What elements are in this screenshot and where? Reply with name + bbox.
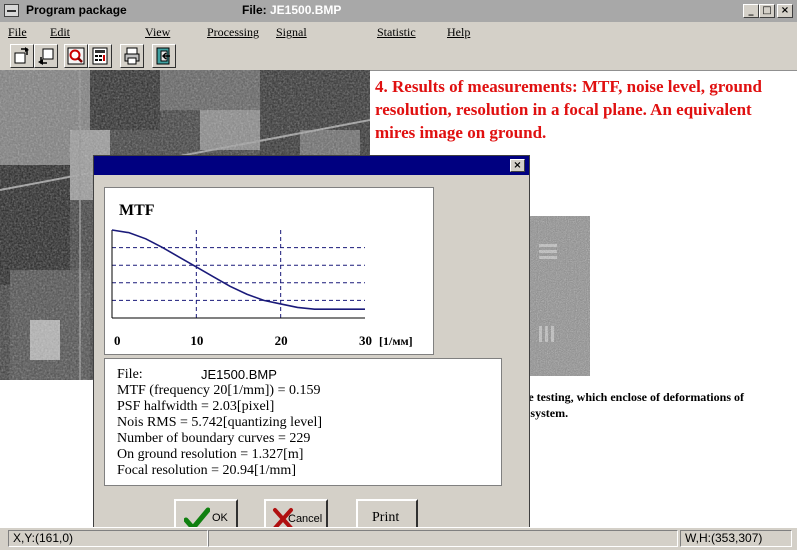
menu-help[interactable]: Help — [447, 25, 470, 40]
open-file-icon — [14, 47, 29, 64]
menu-signal[interactable]: Signal — [276, 25, 307, 40]
save-file-icon — [38, 48, 54, 65]
menu-edit[interactable]: Edit — [50, 25, 70, 40]
info-noise: Nois RMS = 5.742[quantizing level] — [117, 415, 323, 430]
x-tick-10: 10 — [190, 333, 203, 348]
info-psf: PSF halfwidth = 2.03[pixel] — [117, 399, 275, 414]
x-tick-20: 20 — [275, 333, 288, 348]
maximize-button[interactable]: □ — [759, 4, 775, 18]
calculator-icon — [92, 47, 108, 65]
info-ground-resolution: On ground resolution = 1.327[m] — [117, 447, 304, 462]
status-bar: X,Y:(161,0) W,H:(353,307) — [0, 527, 797, 550]
mtf-dialog: × MTF 0 10 20 30 [1/мм] File: JE1500.BMP MTF… — [93, 155, 530, 549]
info-mtf: MTF (frequency 20[1/mm]) = 0.159 — [117, 383, 321, 398]
mtf-chart: MTF 0 10 20 30 [1/мм] — [104, 187, 434, 355]
save-file-button[interactable] — [34, 44, 58, 68]
mtf-plot: 0 10 20 30 [1/мм] — [111, 229, 413, 348]
x-tick-30: 30 — [359, 333, 372, 348]
info-focal-resolution: Focal resolution = 20.94[1/mm] — [117, 463, 296, 478]
ok-label: OK — [212, 512, 228, 524]
exit-button[interactable] — [152, 44, 176, 68]
info-file-label: File: — [117, 367, 143, 382]
app-title: Program package — [26, 3, 127, 17]
print-icon — [124, 47, 140, 65]
x-axis-unit: [1/мм] — [379, 334, 413, 348]
exit-icon — [156, 47, 170, 65]
results-panel: File: JE1500.BMP MTF (frequency 20[1/mm]… — [104, 358, 502, 486]
zoom-icon — [67, 47, 85, 65]
menu-statistic[interactable]: Statistic — [377, 25, 416, 40]
cancel-label: Cancel — [288, 513, 323, 525]
title-bar: Program package File: JE1500.BMP _ □ × — [0, 0, 797, 22]
status-xy: X,Y:(161,0) — [8, 530, 208, 547]
x-tick-0: 0 — [114, 333, 121, 348]
menu-view[interactable]: View — [145, 25, 170, 40]
toolbar — [0, 42, 797, 71]
results-heading: 4. Results of measurements: MTF, noise l… — [375, 77, 762, 142]
status-spacer — [208, 530, 678, 547]
status-wh: W,H:(353,307) — [680, 530, 792, 547]
dialog-close-button[interactable]: × — [510, 159, 525, 172]
menu-processing[interactable]: Processing — [207, 25, 259, 40]
info-boundary-curves: Number of boundary curves = 229 — [117, 431, 311, 446]
print-button-toolbar[interactable] — [120, 44, 144, 68]
minimize-button[interactable]: _ — [743, 4, 759, 18]
open-file-button[interactable] — [10, 44, 34, 68]
zoom-button[interactable] — [64, 44, 88, 68]
menu-file[interactable]: File — [8, 25, 27, 40]
print-label: Print — [372, 510, 400, 525]
info-file-name: JE1500.BMP — [201, 367, 277, 382]
mtf-curve — [111, 229, 365, 310]
system-menu-icon[interactable] — [4, 4, 19, 17]
dialog-title-bar: × — [94, 156, 529, 175]
menu-bar: File Edit View Processing Signal Statist… — [0, 22, 797, 42]
calculator-button[interactable] — [88, 44, 112, 68]
title-file-label: File: — [242, 3, 267, 17]
close-button[interactable]: × — [777, 4, 793, 18]
title-file-name: JE1500.BMP — [270, 3, 342, 17]
